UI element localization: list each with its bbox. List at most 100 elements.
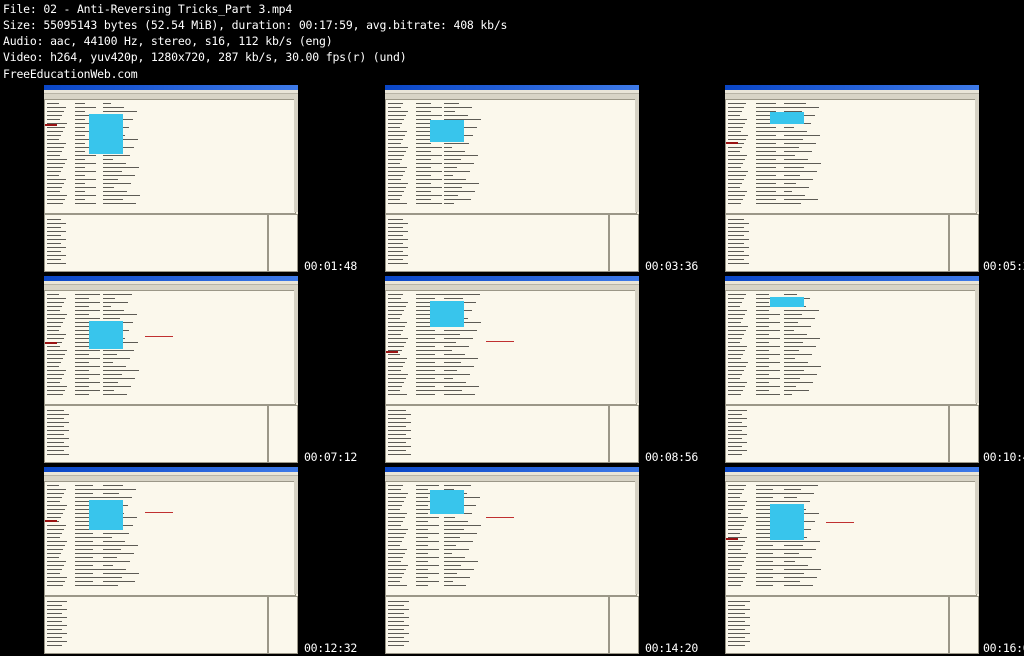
opcode-column bbox=[416, 103, 431, 104]
opcode-column bbox=[756, 191, 776, 192]
dump-row bbox=[388, 617, 409, 618]
dump-row bbox=[728, 235, 744, 236]
dump-row bbox=[728, 418, 747, 419]
address-column bbox=[728, 354, 743, 355]
instruction-column bbox=[784, 330, 794, 331]
address-column bbox=[47, 517, 61, 518]
address-column bbox=[388, 338, 408, 339]
address-column bbox=[47, 525, 66, 526]
address-column bbox=[388, 521, 403, 522]
address-column bbox=[388, 354, 400, 355]
instruction-column bbox=[444, 569, 474, 570]
video-thumbnail bbox=[725, 276, 979, 463]
address-column bbox=[388, 370, 401, 371]
instruction-column bbox=[784, 366, 821, 367]
instruction-column bbox=[103, 549, 121, 550]
address-column bbox=[47, 167, 63, 168]
address-column bbox=[388, 382, 404, 383]
address-column bbox=[388, 346, 404, 347]
address-column bbox=[47, 187, 62, 188]
instruction-column bbox=[103, 366, 126, 367]
address-column bbox=[388, 175, 403, 176]
instruction-column bbox=[444, 294, 480, 295]
dump-row bbox=[728, 263, 749, 264]
address-column bbox=[47, 497, 62, 498]
dump-row bbox=[388, 255, 408, 256]
opcode-column bbox=[416, 183, 431, 184]
address-column bbox=[47, 322, 63, 323]
instruction-column bbox=[103, 577, 122, 578]
address-column bbox=[47, 135, 61, 136]
opcode-column bbox=[416, 191, 431, 192]
address-column bbox=[388, 497, 406, 498]
instruction-column bbox=[103, 370, 139, 371]
opcode-column bbox=[756, 485, 784, 486]
opcode-column bbox=[75, 330, 89, 331]
opcode-column bbox=[75, 175, 85, 176]
dump-row bbox=[728, 641, 750, 642]
instruction-column bbox=[444, 143, 469, 144]
selected-instructions bbox=[770, 297, 804, 307]
opcode-column bbox=[416, 199, 431, 200]
address-column bbox=[388, 171, 405, 172]
instruction-column bbox=[103, 111, 137, 112]
instruction-column bbox=[784, 127, 794, 128]
address-column bbox=[388, 358, 407, 359]
opcode-column bbox=[75, 561, 104, 562]
address-column bbox=[47, 306, 62, 307]
instruction-column bbox=[784, 374, 817, 375]
disassembly-pane bbox=[385, 99, 637, 214]
instruction-column bbox=[784, 318, 815, 319]
instruction-column bbox=[103, 553, 134, 554]
opcode-column bbox=[75, 195, 96, 196]
instruction-column bbox=[444, 577, 470, 578]
vertical-scrollbar bbox=[635, 481, 639, 594]
instruction-column bbox=[444, 521, 468, 522]
address-column bbox=[388, 111, 408, 112]
memory-dump-pane bbox=[385, 214, 609, 272]
instruction-column bbox=[103, 573, 139, 574]
address-column bbox=[388, 378, 406, 379]
address-column bbox=[728, 553, 748, 554]
address-column bbox=[47, 585, 63, 586]
address-column bbox=[728, 294, 746, 295]
instruction-column bbox=[784, 147, 799, 148]
thumbnail-timestamp: 00:10:44 bbox=[983, 450, 1024, 464]
address-column bbox=[47, 107, 66, 108]
opcode-column bbox=[416, 203, 442, 204]
instruction-column bbox=[103, 378, 135, 379]
address-column bbox=[47, 298, 66, 299]
thumbnail-timestamp: 00:03:36 bbox=[645, 259, 698, 273]
opcode-column bbox=[75, 485, 93, 486]
address-column bbox=[47, 489, 66, 490]
address-column bbox=[47, 139, 59, 140]
instruction-column bbox=[444, 517, 455, 518]
opcode-column bbox=[416, 358, 446, 359]
vertical-scrollbar bbox=[635, 290, 639, 403]
address-column bbox=[388, 581, 400, 582]
dump-row bbox=[728, 414, 742, 415]
video-thumbnail bbox=[44, 276, 298, 463]
opcode-column bbox=[416, 513, 428, 514]
instruction-column bbox=[444, 366, 474, 367]
address-column bbox=[388, 529, 408, 530]
video-thumbnail bbox=[44, 85, 298, 272]
opcode-column bbox=[75, 167, 85, 168]
stack-pane bbox=[268, 214, 298, 272]
dump-row bbox=[388, 235, 403, 236]
opcode-column bbox=[756, 489, 773, 490]
address-column bbox=[728, 330, 746, 331]
dump-row bbox=[728, 227, 744, 228]
dump-row bbox=[388, 414, 411, 415]
selected-instructions bbox=[430, 490, 464, 514]
address-column bbox=[728, 485, 746, 486]
vertical-scrollbar bbox=[294, 99, 298, 212]
instruction-column bbox=[103, 581, 135, 582]
opcode-column bbox=[75, 541, 93, 542]
opcode-column bbox=[75, 191, 85, 192]
instruction-column bbox=[103, 195, 140, 196]
address-column bbox=[728, 529, 742, 530]
instruction-column bbox=[444, 561, 478, 562]
address-column bbox=[388, 127, 400, 128]
selected-instructions bbox=[770, 112, 804, 124]
